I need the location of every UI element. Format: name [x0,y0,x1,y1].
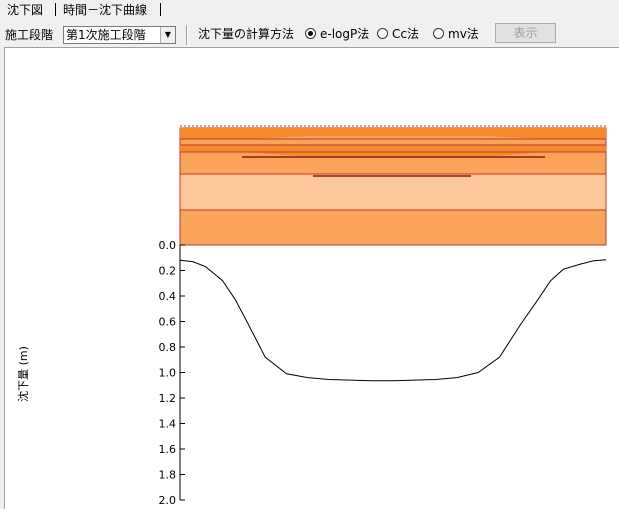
y-tick-label: 0.6 [159,316,177,329]
toolbar-divider-highlight [187,25,188,45]
soil-profile [179,125,607,246]
y-tick-label: 1.2 [159,392,177,405]
y-tick-label: 1.4 [159,418,177,431]
y-axis: 0.0 0.2 0.4 0.6 0.8 1.0 1.2 1.4 1.6 1.8 2.0 [159,239,185,507]
tab-time-settlement-curve[interactable]: 時間－沈下曲線 [59,2,151,18]
y-tick-label: 0.2 [159,265,177,278]
chart-area: 0.0 0.2 0.4 0.6 0.8 1.0 1.2 1.4 1.6 1.8 2.0 沈下量 (m… [4,47,619,509]
soil-layer-lower [179,209,607,246]
soil-layer-middle [179,173,607,211]
stage-select[interactable]: 第1次施工段階 ▼ [63,26,176,44]
tab-settlement-diagram[interactable]: 沈下図 [3,2,47,18]
method-elogp-label[interactable]: e-logP法 [320,27,369,41]
chevron-down-icon[interactable]: ▼ [160,27,175,43]
method-mv-label[interactable]: mv法 [448,27,479,41]
settlement-chart: 0.0 0.2 0.4 0.6 0.8 1.0 1.2 1.4 1.6 1.8 2.0 沈下量 (m… [16,125,607,507]
y-tick-label: 0.8 [159,341,177,354]
display-button[interactable]: 表示 [495,23,556,43]
y-tick-label: 1.6 [159,443,177,456]
y-tick-label: 2.0 [159,494,177,507]
settlement-curve [179,259,607,382]
y-tick-label: 0.4 [159,290,177,303]
y-axis-label: 沈下量 (m) [16,346,30,402]
method-label: 沈下量の計算方法 [198,27,295,41]
tab-divider [55,3,56,16]
tab-divider [160,3,161,16]
method-cc-radio[interactable] [377,28,388,39]
y-tick-label: 1.8 [159,469,177,482]
method-cc-label[interactable]: Cc法 [392,27,419,41]
method-elogp-radio[interactable] [305,28,316,39]
stage-select-value: 第1次施工段階 [66,28,146,42]
stage-label: 施工段階 [5,28,54,42]
toolbar: 施工段階 第1次施工段階 ▼ 沈下量の計算方法 e-logP法 Cc法 mv法 … [0,19,619,47]
y-tick-label: 0.0 [159,239,177,252]
y-tick-label: 1.0 [159,367,177,380]
tab-bar: 沈下図 時間－沈下曲線 [0,0,619,19]
method-mv-radio[interactable] [433,28,444,39]
